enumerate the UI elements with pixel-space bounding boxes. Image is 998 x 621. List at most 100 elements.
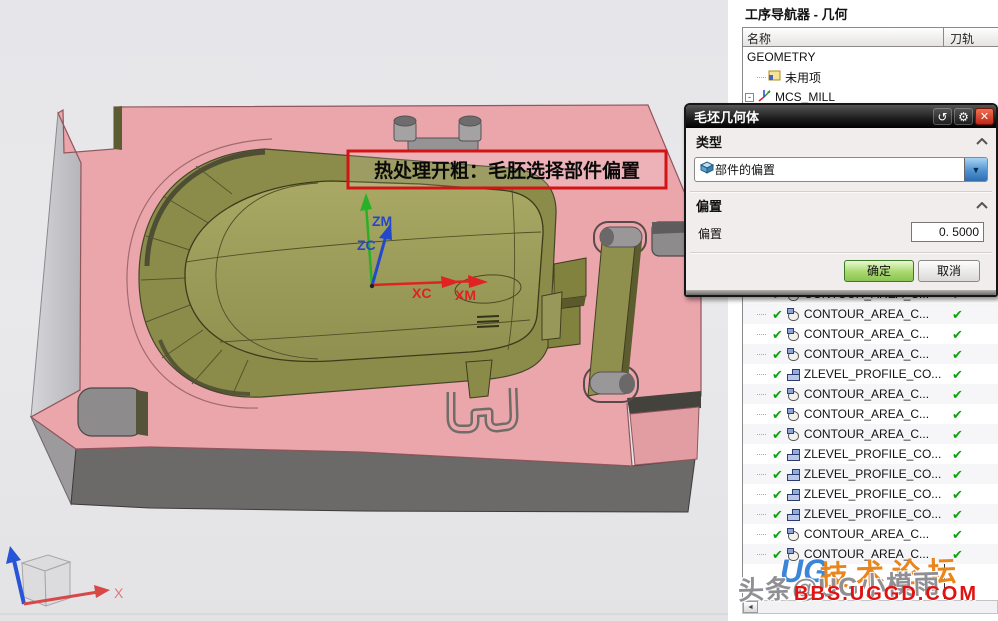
blank-type-dropdown[interactable]: 部件的偏置 ▼ [694, 157, 988, 182]
type-section-header[interactable]: 类型 [696, 131, 988, 151]
operation-row[interactable]: ✔ CONTOUR_AREA_C... ✔ [743, 524, 998, 544]
column-header-toolpath[interactable]: 刀轨 [944, 28, 974, 46]
operation-row[interactable]: ✔ ZLEVEL_PROFILE_CO... ✔ [743, 364, 998, 384]
operation-type-icon [787, 388, 800, 401]
operation-name: CONTOUR_AREA_C... [804, 387, 929, 401]
zm-axis-label: ZM [372, 213, 392, 229]
operation-row[interactable]: ✔ CONTOUR_AREA_C... ✔ [743, 404, 998, 424]
blank-geometry-dialog: 毛坯几何体 ↺ ⚙ ✕ 类型 部件的偏置 ▼ 偏置 [684, 103, 998, 297]
tree-guide [757, 414, 766, 415]
tree-guide [757, 374, 766, 375]
dropdown-selected-value: 部件的偏置 [715, 161, 964, 178]
operation-name: CONTOUR_AREA_C... [804, 427, 929, 441]
toolpath-check-icon: ✔ [952, 308, 963, 321]
tree-guide [757, 474, 766, 475]
status-check-icon: ✔ [772, 348, 783, 361]
tree-row-unused-items[interactable]: 未用项 [743, 67, 998, 87]
operation-name: CONTOUR_AREA_C... [804, 527, 929, 541]
zc-axis-label: ZC [357, 237, 376, 253]
operation-name: CONTOUR_AREA_C... [804, 347, 929, 361]
tree-guide [757, 314, 766, 315]
toolpath-check-icon: ✔ [952, 428, 963, 441]
operation-navigator-panel: 工序导航器 - 几何 名称 刀轨 GEOMETRY 未用项 - [728, 0, 998, 621]
offset-value-input[interactable]: 0. 5000 [911, 222, 984, 242]
dialog-title: 毛坯几何体 [686, 107, 933, 126]
status-check-icon: ✔ [772, 488, 783, 501]
annotation-text: 热处理开粗：毛胚选择部件偏置 [374, 159, 640, 182]
operation-type-icon [787, 328, 800, 341]
tree-guide [757, 494, 766, 495]
reset-icon[interactable]: ↺ [933, 108, 952, 125]
tree-guide [757, 514, 766, 515]
operation-row[interactable]: ✔ ZLEVEL_PROFILE_CO... ✔ [743, 484, 998, 504]
offset-geometry-icon [695, 160, 715, 179]
horizontal-scrollbar[interactable]: ◄ [742, 600, 998, 614]
toolpath-check-icon: ✔ [952, 368, 963, 381]
operation-name: ZLEVEL_PROFILE_CO... [804, 507, 941, 521]
toolpath-check-icon: ✔ [952, 528, 963, 541]
folder-icon [768, 69, 782, 85]
nx-cam-window: ZM ZC XC XM 热处理开粗：毛胚选择部件偏置 X 工序导航器 - 几何 [0, 0, 998, 621]
status-check-icon: ✔ [772, 408, 783, 421]
operation-name: CONTOUR_AREA_C... [804, 307, 929, 321]
navigator-title: 工序导航器 - 几何 [745, 4, 848, 23]
column-header-name[interactable]: 名称 [743, 28, 944, 46]
operation-row[interactable]: ✔ CONTOUR_AREA_C... ✔ [743, 304, 998, 324]
operation-name: ZLEVEL_PROFILE_CO... [804, 367, 941, 381]
tree-guide [757, 394, 766, 395]
viewport-3d[interactable]: ZM ZC XC XM 热处理开粗：毛胚选择部件偏置 X [0, 0, 728, 621]
gear-icon[interactable]: ⚙ [954, 108, 973, 125]
ok-button[interactable]: 确定 [844, 260, 914, 282]
operation-type-icon [787, 428, 800, 441]
operation-row[interactable]: ✔ CONTOUR_AREA_C... ✔ [743, 324, 998, 344]
toolpath-check-icon: ✔ [952, 548, 963, 561]
operation-row[interactable]: ✔ CONTOUR_AREA_C... ✔ [743, 544, 998, 564]
operation-row[interactable]: ✔ ZLEVEL_PROFILE_CO... ✔ [743, 444, 998, 464]
operation-name: CONTOUR_AREA_C... [804, 327, 929, 341]
tree-guide [757, 77, 766, 78]
cancel-button[interactable]: 取消 [918, 260, 980, 282]
status-check-icon: ✔ [772, 328, 783, 341]
status-check-icon: ✔ [772, 368, 783, 381]
table-header: 名称 刀轨 [743, 28, 998, 47]
toolpath-check-icon: ✔ [952, 468, 963, 481]
collapse-expander-icon[interactable]: - [745, 93, 754, 102]
tree-guide [757, 354, 766, 355]
operation-type-icon [787, 448, 800, 461]
operation-name: ZLEVEL_PROFILE_CO... [804, 447, 941, 461]
chevron-down-icon[interactable]: ▼ [964, 158, 987, 181]
operation-name: CONTOUR_AREA_C... [804, 407, 929, 421]
offset-section-header[interactable]: 偏置 [696, 195, 988, 215]
triad-x-label: X [114, 585, 124, 601]
toolpath-check-icon: ✔ [952, 408, 963, 421]
operation-row[interactable]: ✔ CONTOUR_AREA_C... ✔ [743, 384, 998, 404]
status-check-icon: ✔ [772, 528, 783, 541]
operations-list: ✔ CONTOUR_AREA_C... ✔ ✔ CONTOUR_AREA_C..… [743, 284, 998, 564]
dialog-titlebar[interactable]: 毛坯几何体 ↺ ⚙ ✕ [686, 105, 996, 128]
toolpath-check-icon: ✔ [952, 448, 963, 461]
chevron-up-icon[interactable] [976, 138, 988, 145]
tree-item-label: MCS_MILL [775, 90, 835, 104]
operation-row[interactable]: ✔ CONTOUR_AREA_C... ✔ [743, 424, 998, 444]
operation-type-icon [787, 548, 800, 561]
status-check-icon: ✔ [772, 388, 783, 401]
toolpath-check-icon: ✔ [952, 488, 963, 501]
xm-axis-label: XM [455, 287, 476, 303]
type-section-label: 类型 [696, 132, 722, 151]
operation-type-icon [787, 308, 800, 321]
scroll-left-arrow[interactable]: ◄ [743, 601, 758, 613]
status-check-icon: ✔ [772, 548, 783, 561]
toolpath-check-icon: ✔ [952, 328, 963, 341]
tree-row-geometry[interactable]: GEOMETRY [743, 47, 998, 67]
operation-row[interactable]: ✔ ZLEVEL_PROFILE_CO... ✔ [743, 504, 998, 524]
chevron-up-icon[interactable] [976, 202, 988, 209]
operation-row[interactable]: ✔ ZLEVEL_PROFILE_CO... ✔ [743, 464, 998, 484]
left-edge-notch [78, 388, 148, 436]
tree-guide [757, 534, 766, 535]
tree-guide [757, 334, 766, 335]
close-icon[interactable]: ✕ [975, 108, 994, 125]
operation-row[interactable]: ✔ CONTOUR_AREA_C... ✔ [743, 344, 998, 364]
operation-type-icon [787, 468, 800, 481]
tree-guide [757, 454, 766, 455]
status-check-icon: ✔ [772, 428, 783, 441]
